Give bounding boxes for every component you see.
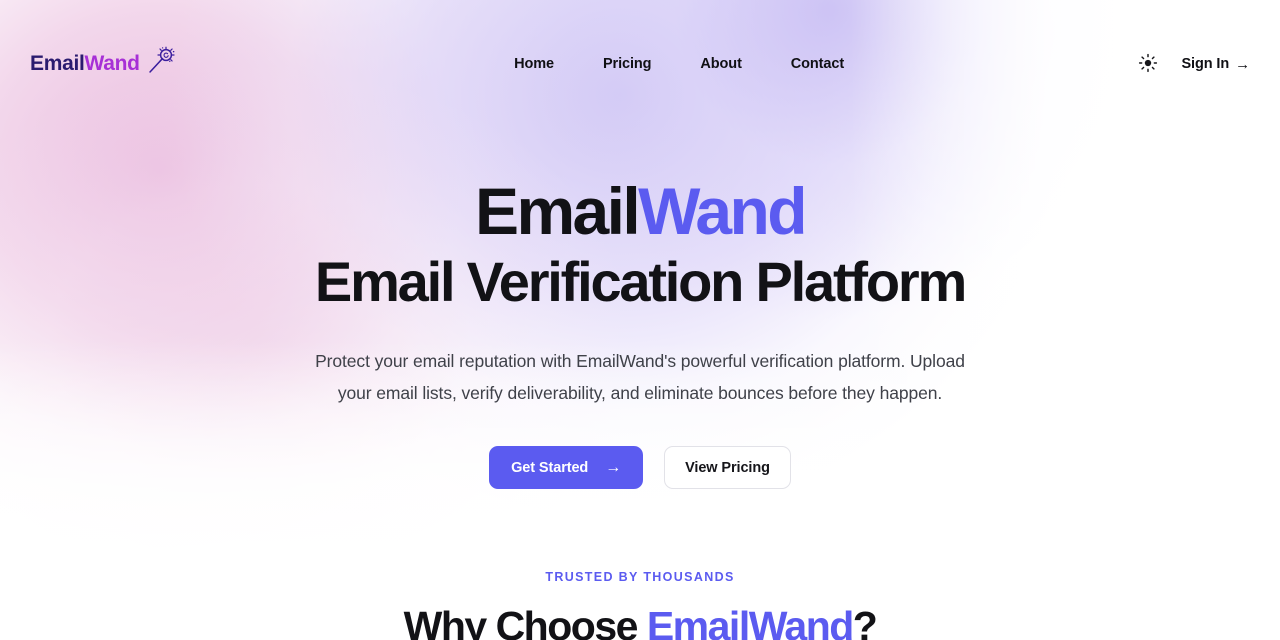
get-started-button[interactable]: Get Started → xyxy=(489,446,644,489)
trusted-section: TRUSTED BY THOUSANDS Why Choose EmailWan… xyxy=(40,570,1240,640)
hero-title-wand: Wand xyxy=(638,174,807,248)
header-actions: Sign In → xyxy=(1137,53,1250,75)
get-started-label: Get Started xyxy=(511,459,589,476)
hero-subtitle-line: Email Verification Platform xyxy=(314,250,967,313)
main-navigation: Home Pricing About Contact xyxy=(221,56,1138,72)
hero-title-email: Email xyxy=(475,174,641,248)
sign-in-link[interactable]: Sign In → xyxy=(1181,56,1250,72)
arrow-right-icon: → xyxy=(605,458,622,476)
view-pricing-button[interactable]: View Pricing xyxy=(664,446,791,489)
arrow-right-icon: → xyxy=(1235,55,1250,73)
nav-item-home[interactable]: Home xyxy=(514,56,554,72)
magic-wand-icon xyxy=(143,44,177,78)
hero-section: EmailWand Email Verification Platform Pr… xyxy=(0,178,1280,640)
section-heading-brand: EmailWand xyxy=(646,603,854,640)
hero-description: Protect your email reputation with Email… xyxy=(315,351,965,403)
theme-toggle-button[interactable] xyxy=(1137,53,1159,75)
site-header: EmailWand Home Pricing About Contact Sig… xyxy=(0,0,1280,128)
nav-item-pricing[interactable]: Pricing xyxy=(603,56,652,72)
landing-page: EmailWand Home Pricing About Contact Sig… xyxy=(0,0,1280,640)
brand-logo[interactable]: EmailWand xyxy=(30,46,177,78)
nav-item-contact[interactable]: Contact xyxy=(791,56,844,72)
section-heading-part1: Why Choose xyxy=(403,603,647,640)
nav-item-about[interactable]: About xyxy=(700,56,741,72)
trusted-eyebrow: TRUSTED BY THOUSANDS xyxy=(545,570,735,584)
hero-title: EmailWand Email Verification Platform xyxy=(40,178,1240,310)
brand-name-wand: Wand xyxy=(84,52,140,75)
section-heading-part3: ? xyxy=(852,603,878,640)
hero-cta-group: Get Started → View Pricing xyxy=(40,446,1240,489)
sun-icon xyxy=(1138,53,1158,76)
sign-in-label: Sign In xyxy=(1181,56,1230,72)
brand-name-email: Email xyxy=(30,52,85,75)
section-heading: Why Choose EmailWand? xyxy=(40,603,1240,640)
